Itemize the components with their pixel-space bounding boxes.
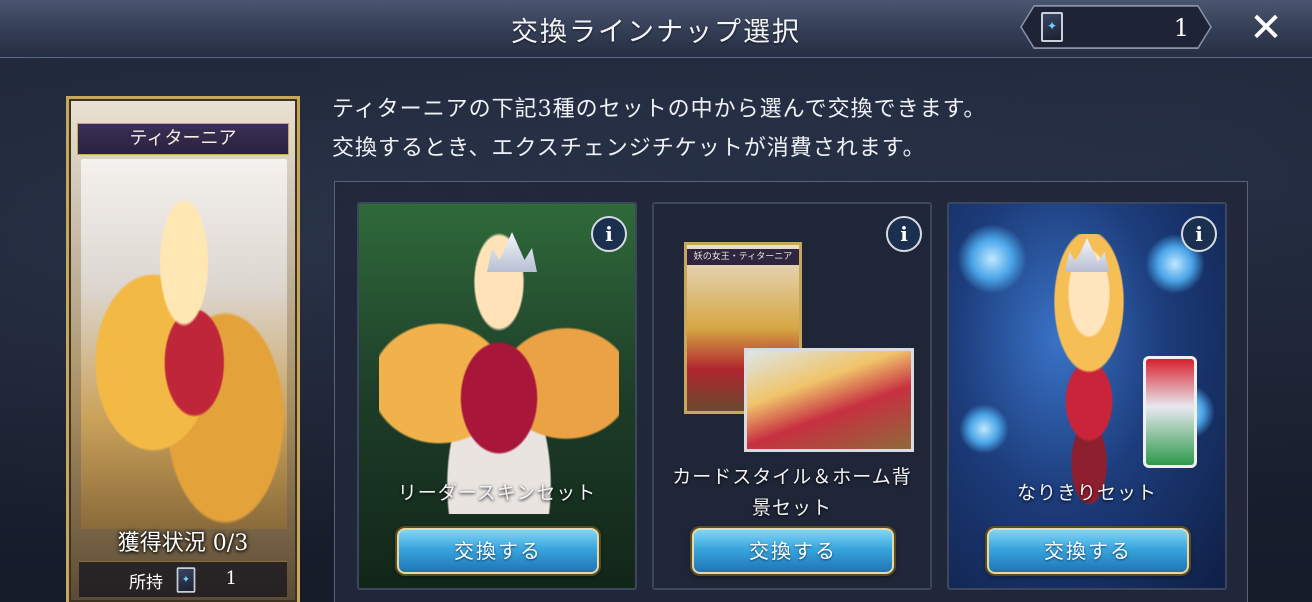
- description: ティターニアの下記3種のセットの中から選んで交換できます。 交換するとき、エクス…: [332, 90, 1232, 168]
- owned-count: 1: [225, 568, 237, 589]
- exchange-button[interactable]: 交換する: [692, 528, 894, 574]
- ticket-count: 1: [1173, 14, 1189, 42]
- lineup-card-card-style[interactable]: 妖の女王・ティターニア i カードスタイル＆ホーム背景セット 交換する: [652, 202, 932, 590]
- close-icon[interactable]: ✕: [1244, 8, 1288, 48]
- card-label: なりきりセット: [1016, 482, 1157, 504]
- home-background-thumbnail: [744, 348, 914, 452]
- narikiri-card-art: [1143, 356, 1197, 468]
- card-label: リーダースキンセット: [397, 482, 597, 504]
- character-portrait: [81, 159, 287, 529]
- info-icon[interactable]: i: [591, 216, 627, 252]
- ticket-icon: [176, 567, 196, 593]
- card-label: カードスタイル＆ホーム背景セット: [672, 466, 912, 519]
- character-name: ティターニア: [77, 123, 289, 155]
- description-line-1: ティターニアの下記3種のセットの中から選んで交換できます。: [332, 97, 987, 122]
- lineup-frame: i リーダースキンセット 交換する 妖の女王・ティターニア i カードスタイル＆…: [334, 181, 1248, 602]
- exchange-button[interactable]: 交換する: [397, 528, 599, 574]
- acquisition-status: 獲得状況 0/3: [117, 531, 249, 556]
- ticket-counter: 1: [1020, 5, 1212, 49]
- crown-art: [487, 232, 537, 272]
- lineup-card-leader-skin[interactable]: i リーダースキンセット 交換する: [357, 202, 637, 590]
- info-icon[interactable]: i: [886, 216, 922, 252]
- description-line-2: 交換するとき、エクスチェンジチケットが消費されます。: [332, 136, 926, 161]
- card-style-thumb-label: 妖の女王・ティターニア: [687, 249, 799, 265]
- exchange-button[interactable]: 交換する: [987, 528, 1189, 574]
- owned-label: 所持: [129, 573, 163, 593]
- info-icon[interactable]: i: [1181, 216, 1217, 252]
- ticket-icon: [1041, 12, 1063, 42]
- lineup-card-narikiri[interactable]: i なりきりセット 交換する: [947, 202, 1227, 590]
- owned-tickets-row: 所持 1: [79, 561, 287, 597]
- crown-art: [1065, 238, 1109, 272]
- leader-skin-art: [379, 224, 619, 514]
- character-panel: ティターニア 獲得状況 0/3 所持 1: [66, 96, 300, 602]
